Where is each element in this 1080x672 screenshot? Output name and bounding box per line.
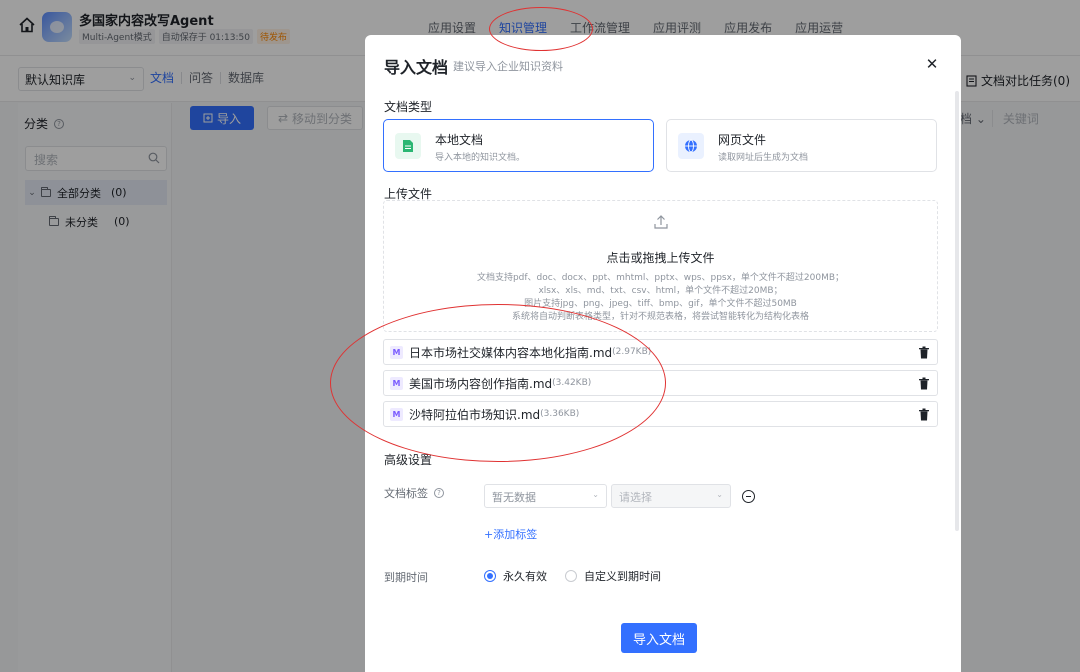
close-icon[interactable]: ✕ (925, 57, 939, 72)
radio-label: 永久有效 (503, 570, 547, 583)
file-size: (3.42KB) (552, 378, 592, 388)
doc-type-label: 文档类型 (384, 100, 433, 114)
upload-hint: 图片支持jpg、png、jpeg、tiff、bmp、gif，单个文件不超过50M… (524, 299, 797, 309)
modal-title: 导入文档 (384, 58, 449, 77)
tag-key-value: 暂无数据 (492, 491, 536, 504)
remove-tag-icon[interactable] (742, 490, 755, 503)
help-icon[interactable]: ? (434, 488, 444, 498)
expiry-custom-option[interactable]: 自定义到期时间 (565, 568, 661, 584)
import-document-modal: 导入文档 建议导入企业知识资料 ✕ 文档类型 本地文档 导入本地的知识文档。 网… (365, 35, 961, 672)
radio-unchecked[interactable] (565, 570, 577, 582)
chevron-down-icon: ⌄ (716, 490, 723, 499)
type-card-local[interactable]: 本地文档 导入本地的知识文档。 (383, 119, 654, 172)
type-card-desc: 导入本地的知识文档。 (435, 153, 526, 163)
file-name: 沙特阿拉伯市场知识.md (409, 407, 541, 422)
chevron-down-icon: ⌄ (592, 490, 599, 499)
file-size: (3.36KB) (540, 409, 580, 419)
tag-key-select[interactable]: 暂无数据 ⌄ (484, 484, 607, 508)
type-card-name: 本地文档 (435, 133, 484, 147)
modal-scrollbar[interactable] (955, 91, 959, 531)
trash-icon[interactable] (918, 408, 930, 421)
uploaded-file-row: M 美国市场内容创作指南.md (3.42KB) (383, 370, 938, 396)
type-card-web[interactable]: 网页文件 读取网址后生成为文档 (666, 119, 937, 172)
modal-subtitle: 建议导入企业知识资料 (453, 60, 563, 73)
upload-main-text: 点击或拖拽上传文件 (606, 251, 715, 265)
tag-field-label: 文档标签 ? (384, 485, 444, 501)
upload-icon (654, 215, 668, 229)
radio-label: 自定义到期时间 (584, 570, 661, 583)
uploaded-file-row: M 沙特阿拉伯市场知识.md (3.36KB) (383, 401, 938, 427)
trash-icon[interactable] (918, 377, 930, 390)
uploaded-file-row: M 日本市场社交媒体内容本地化指南.md (2.97KB) (383, 339, 938, 365)
expiry-permanent-option[interactable]: 永久有效 (484, 568, 547, 584)
type-card-name: 网页文件 (718, 133, 767, 147)
trash-icon[interactable] (918, 346, 930, 359)
markdown-file-icon: M (390, 345, 403, 359)
upload-hint: xlsx、xls、md、txt、csv、html，单个文件不超过20MB； (538, 286, 783, 296)
expiry-label: 到期时间 (384, 571, 428, 584)
tag-label: 文档标签 (384, 487, 428, 500)
upload-dropzone[interactable]: 点击或拖拽上传文件 文档支持pdf、doc、docx、ppt、mhtml、ppt… (383, 200, 938, 332)
advanced-settings-toggle[interactable]: 高级设置 (384, 451, 432, 468)
file-name: 美国市场内容创作指南.md (409, 376, 553, 391)
radio-checked[interactable] (484, 570, 496, 582)
tag-value-select[interactable]: 请选择 ⌄ (611, 484, 731, 508)
upload-hint: 系统将自动判断表格类型，针对不规范表格，将尝试智能转化为结构化表格 (511, 312, 809, 322)
import-document-submit-button[interactable]: 导入文档 (621, 623, 697, 653)
add-tag-link[interactable]: +添加标签 (484, 526, 537, 542)
expiry-field-label: 到期时间 (384, 569, 428, 585)
markdown-file-icon: M (390, 407, 403, 421)
type-card-desc: 读取网址后生成为文档 (718, 153, 809, 163)
globe-icon (678, 133, 704, 159)
file-icon (395, 133, 421, 159)
markdown-file-icon: M (390, 376, 403, 390)
file-name: 日本市场社交媒体内容本地化指南.md (409, 345, 613, 360)
tag-value-placeholder: 请选择 (619, 491, 652, 504)
advanced-settings-label: 高级设置 (384, 453, 433, 467)
file-size: (2.97KB) (612, 347, 652, 357)
upload-hint: 文档支持pdf、doc、docx、ppt、mhtml、pptx、wps、ppsx… (476, 273, 845, 283)
